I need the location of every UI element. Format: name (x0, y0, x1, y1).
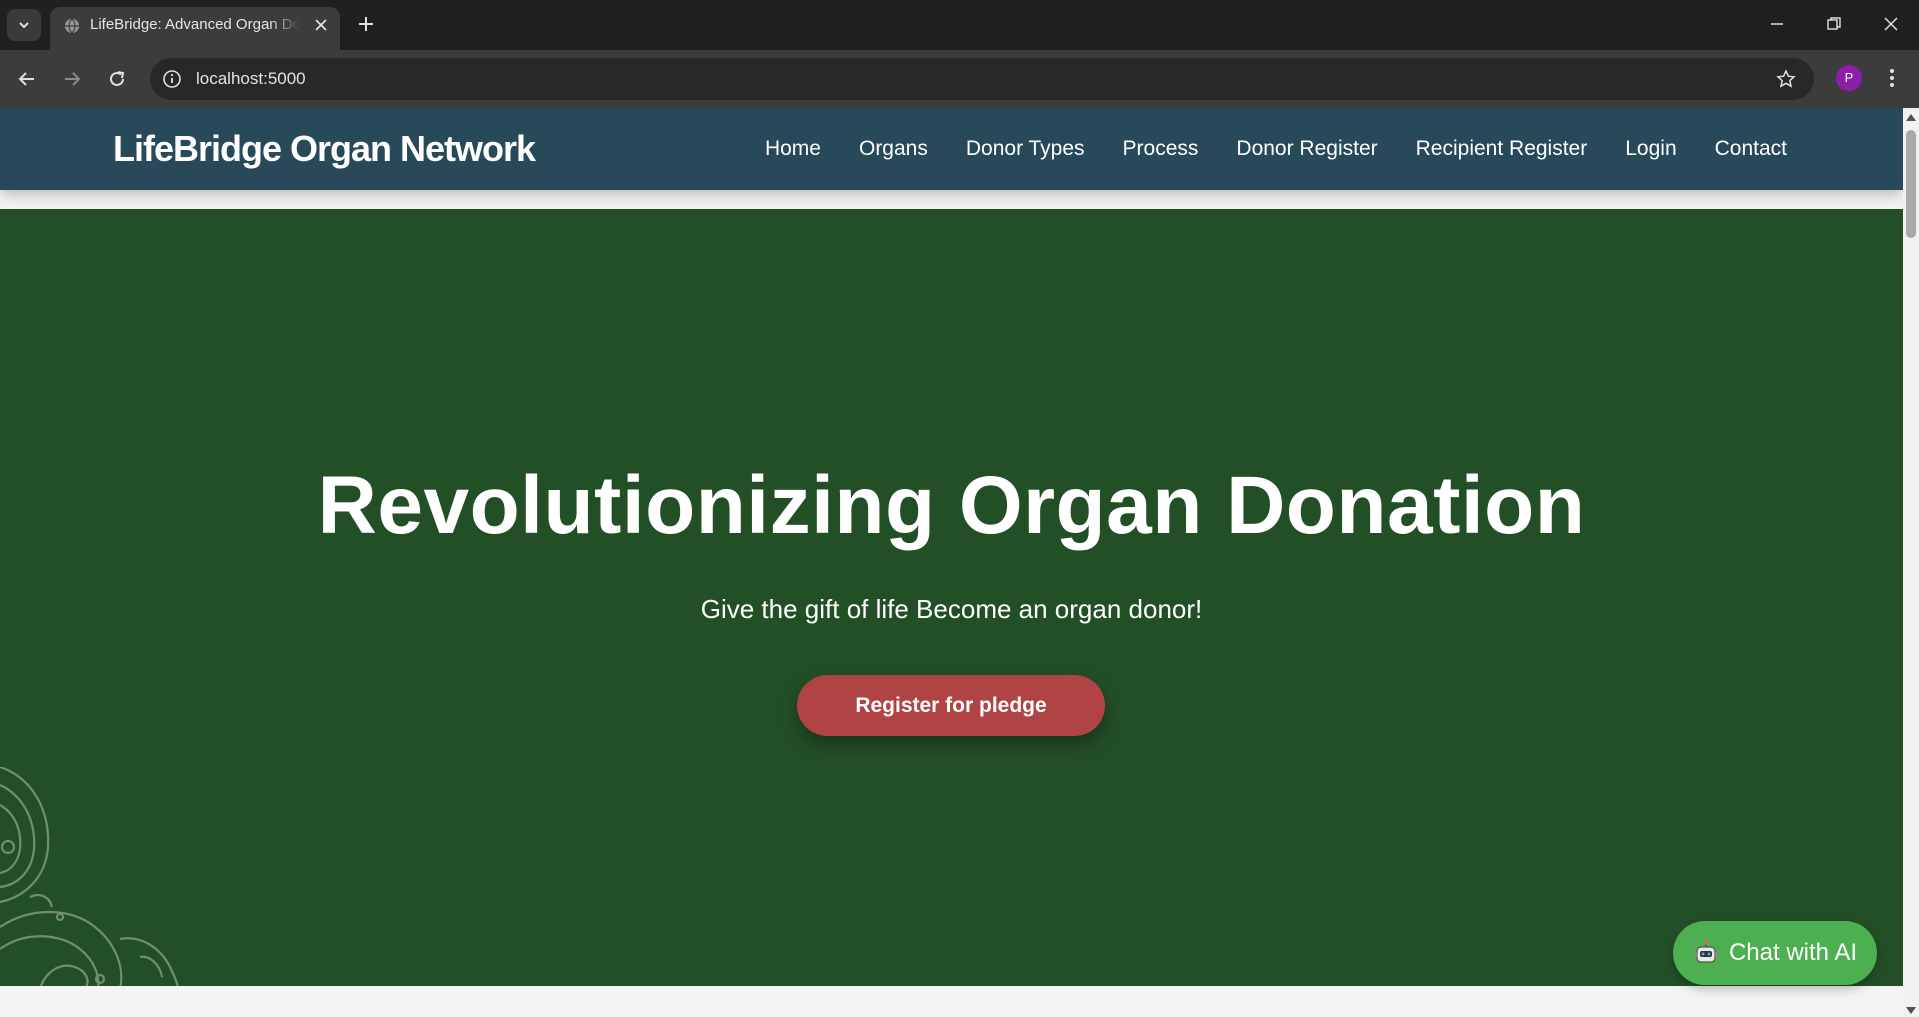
globe-icon (65, 18, 79, 34)
chat-with-ai-button[interactable]: Chat with AI (1673, 921, 1877, 985)
nav-donor-register[interactable]: Donor Register (1236, 137, 1377, 161)
browser-tab-active[interactable]: LifeBridge: Advanced Organ Donation (50, 7, 340, 50)
scroll-down-arrow-icon[interactable] (1906, 1007, 1916, 1015)
window-close-icon[interactable] (1882, 15, 1900, 33)
robot-icon (1693, 941, 1718, 963)
address-bar[interactable]: localhost:5000 (150, 58, 1814, 100)
page-viewport: LifeBridge Organ Network Home Organs Don… (0, 108, 1903, 1017)
browser-toolbar: localhost:5000 P (0, 50, 1919, 108)
close-icon[interactable] (312, 16, 330, 34)
browser-tab-bar: LifeBridge: Advanced Organ Donation (0, 0, 1919, 50)
profile-avatar[interactable]: P (1836, 65, 1862, 91)
hero-title: Revolutionizing Organ Donation (317, 460, 1586, 551)
back-arrow-icon[interactable] (16, 68, 38, 90)
main-nav: Home Organs Donor Types Process Donor Re… (727, 108, 1787, 190)
tab-title: LifeBridge: Advanced Organ Donation (90, 16, 300, 33)
nav-home[interactable]: Home (765, 137, 821, 161)
tab-search-button[interactable] (7, 9, 41, 41)
url-text[interactable]: localhost:5000 (196, 58, 306, 100)
minimize-icon[interactable] (1768, 15, 1786, 33)
scroll-up-arrow-icon[interactable] (1906, 113, 1916, 121)
page-scrollbar[interactable] (1903, 108, 1919, 1017)
paisley-ornament-icon (0, 767, 179, 986)
forward-arrow-icon[interactable] (61, 68, 83, 90)
site-header: LifeBridge Organ Network Home Organs Don… (0, 108, 1903, 190)
nav-donor-types[interactable]: Donor Types (966, 137, 1085, 161)
more-options-icon[interactable] (1884, 66, 1900, 90)
nav-process[interactable]: Process (1123, 137, 1199, 161)
restore-icon[interactable] (1825, 15, 1843, 33)
hero-section: Revolutionizing Organ Donation Give the … (0, 209, 1903, 986)
nav-login[interactable]: Login (1625, 137, 1676, 161)
register-pledge-button[interactable]: Register for pledge (797, 675, 1105, 736)
site-brand[interactable]: LifeBridge Organ Network (113, 108, 536, 190)
nav-contact[interactable]: Contact (1715, 137, 1787, 161)
bookmark-star-icon[interactable] (1776, 69, 1796, 89)
chat-button-label: Chat with AI (1728, 939, 1858, 966)
nav-recipient-register[interactable]: Recipient Register (1416, 137, 1588, 161)
nav-organs[interactable]: Organs (859, 137, 928, 161)
scrollbar-thumb[interactable] (1906, 130, 1916, 238)
hero-subtitle: Give the gift of life Become an organ do… (700, 594, 1203, 624)
reload-icon[interactable] (106, 68, 128, 90)
new-tab-plus-icon[interactable] (356, 14, 376, 34)
chevron-down-icon (19, 22, 29, 29)
site-info-icon[interactable] (162, 69, 182, 89)
